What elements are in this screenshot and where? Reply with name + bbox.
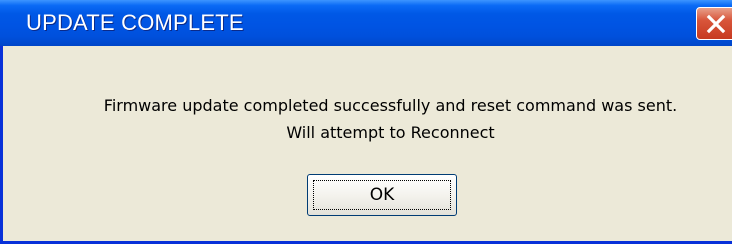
ok-label: OK [313, 180, 451, 210]
title-bar[interactable]: UPDATE COMPLETE [0, 0, 732, 46]
dialog-message: Firmware update completed successfully a… [3, 92, 732, 146]
message-line-1: Firmware update completed successfully a… [103, 96, 678, 115]
close-button[interactable] [696, 7, 732, 40]
dialog-title: UPDATE COMPLETE [26, 10, 244, 35]
dialog-window: UPDATE COMPLETE Firmware update complete… [0, 0, 732, 244]
message-line-2: Will attempt to Reconnect [286, 123, 495, 142]
close-icon [706, 14, 726, 34]
ok-button[interactable]: OK [307, 174, 457, 216]
